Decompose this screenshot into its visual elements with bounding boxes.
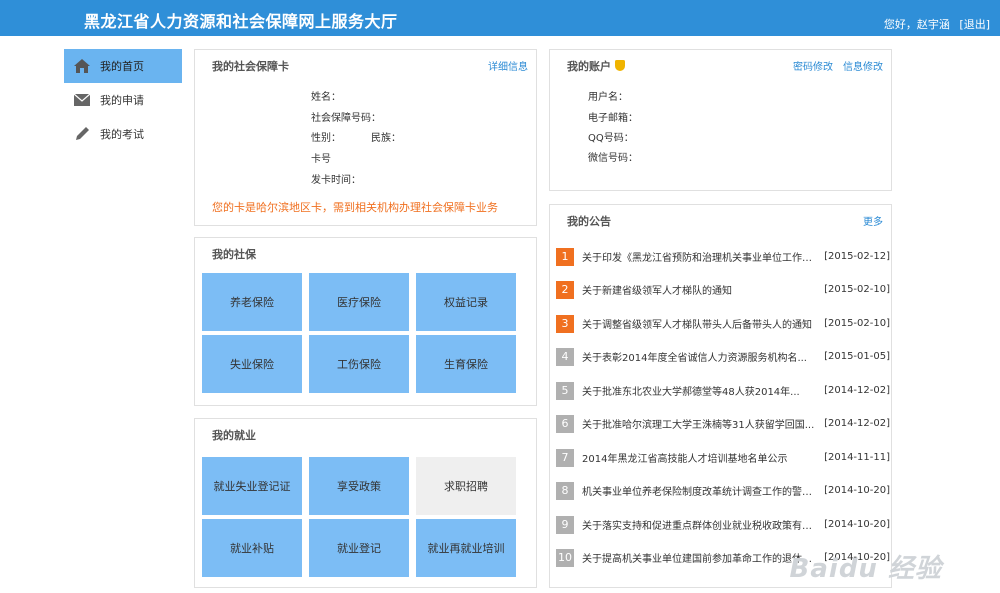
- issue-time-label: 发卡时间：: [311, 175, 361, 186]
- notice-item: 5 关于批准东北农业大学郝德堂等48人获2014年... [2014-12-02…: [556, 374, 890, 407]
- greeting-text: 您好，赵宇涵: [883, 18, 950, 31]
- notice-item: 4 关于表彰2014年度全省诚信人力资源服务机构名... [2015-01-05…: [556, 340, 890, 373]
- wechat-label: 微信号码：: [588, 153, 638, 164]
- medical-insurance-tile[interactable]: 医疗保险: [309, 273, 409, 331]
- employment-registration-tile[interactable]: 就业登记: [309, 519, 409, 577]
- panel-title: 我的社会保障卡: [212, 60, 289, 73]
- sidebar-item-home[interactable]: 我的首页: [64, 49, 182, 83]
- card-no-label: 卡号: [311, 154, 331, 165]
- card-region-note: 您的卡是哈尔滨地区卡，需到相关机构办理社会保障卡业务: [212, 201, 498, 214]
- site-title: 黑龙江省人力资源和社会保障网上服务大厅: [84, 12, 398, 31]
- home-icon: [72, 56, 92, 76]
- rights-record-tile[interactable]: 权益记录: [416, 273, 516, 331]
- panel-title: 我的就业: [212, 429, 256, 442]
- more-notices-link[interactable]: 更多: [863, 213, 883, 228]
- notice-date: [2014-10-20]: [824, 485, 890, 496]
- sidebar-item-label: 我的申请: [100, 94, 144, 107]
- notice-item: 6 关于批准哈尔滨理工大学王洙楠等31人获留学回国... [2014-12-02…: [556, 407, 890, 440]
- notice-title-link[interactable]: 关于批准东北农业大学郝德堂等48人获2014年...: [582, 383, 818, 398]
- user-area: 您好，赵宇涵 [退出]: [884, 16, 990, 32]
- notice-title-link[interactable]: 关于调整省级领军人才梯队带头人后备带头人的通知: [582, 316, 818, 331]
- notice-date: [2014-12-02]: [824, 385, 890, 396]
- employment-registration-card-tile[interactable]: 就业失业登记证: [202, 457, 302, 515]
- employment-panel: 我的就业 就业失业登记证 享受政策 求职招聘 就业补贴 就业登记 就业再就业培训: [194, 418, 537, 588]
- injury-insurance-tile[interactable]: 工伤保险: [309, 335, 409, 393]
- notice-number: 2: [556, 280, 574, 299]
- insurance-panel: 我的社保 养老保险 医疗保险 权益记录 失业保险 工伤保险 生育保险: [194, 237, 537, 406]
- notice-number: 3: [556, 314, 574, 333]
- panel-title: 我的公告: [567, 215, 611, 228]
- detail-info-link[interactable]: 详细信息: [488, 58, 528, 73]
- ethnicity-label: 民族：: [371, 133, 401, 144]
- notice-item: 3 关于调整省级领军人才梯队带头人后备带头人的通知 [2015-02-10]: [556, 307, 890, 340]
- notice-number: 1: [556, 247, 574, 266]
- notice-number: 10: [556, 548, 574, 567]
- notice-item: 8 机关事业单位养老保险制度改革统计调查工作的警办... [2014-10-20…: [556, 474, 890, 507]
- panel-title: 我的账户: [567, 58, 625, 74]
- email-label: 电子邮箱：: [588, 113, 638, 124]
- ss-number-label: 社会保障号码：: [311, 113, 381, 124]
- info-change-link[interactable]: 信息修改: [843, 58, 883, 73]
- notice-date: [2015-01-05]: [824, 351, 890, 362]
- sidebar-item-label: 我的考试: [100, 128, 144, 141]
- baidu-watermark: Baidu 经验: [789, 554, 942, 584]
- notice-title-link[interactable]: 关于落实支持和促进重点群体创业就业税收政策有关...: [582, 517, 818, 532]
- gender-label: 性别：: [311, 133, 341, 144]
- notice-date: [2014-12-02]: [824, 418, 890, 429]
- notice-date: [2015-02-10]: [824, 284, 890, 295]
- notice-number: 7: [556, 448, 574, 467]
- notice-number: 9: [556, 515, 574, 534]
- name-label: 姓名：: [311, 92, 341, 103]
- notice-number: 4: [556, 347, 574, 366]
- sidebar-item-exams[interactable]: 我的考试: [64, 117, 182, 151]
- account-panel: 我的账户 密码修改 信息修改 用户名： 电子邮箱： QQ号码： 微信号码：: [549, 49, 892, 191]
- notice-title-link[interactable]: 关于批准哈尔滨理工大学王洙楠等31人获留学回国...: [582, 416, 818, 431]
- employment-subsidy-tile[interactable]: 就业补贴: [202, 519, 302, 577]
- header-bar: 黑龙江省人力资源和社会保障网上服务大厅 您好，赵宇涵 [退出]: [0, 0, 1000, 36]
- job-search-tile[interactable]: 求职招聘: [416, 457, 516, 515]
- sidebar: 我的首页 我的申请 我的考试: [64, 49, 182, 151]
- notice-title-link[interactable]: 2014年黑龙江省高技能人才培训基地名单公示: [582, 450, 818, 465]
- verified-shield-icon: [615, 60, 625, 71]
- unemployment-insurance-tile[interactable]: 失业保险: [202, 335, 302, 393]
- notice-title-link[interactable]: 机关事业单位养老保险制度改革统计调查工作的警办...: [582, 483, 818, 498]
- logout-link[interactable]: [退出]: [959, 18, 990, 31]
- panel-title: 我的社保: [212, 248, 256, 261]
- notice-number: 8: [556, 481, 574, 500]
- reemployment-training-tile[interactable]: 就业再就业培训: [416, 519, 516, 577]
- sidebar-item-applications[interactable]: 我的申请: [64, 83, 182, 117]
- notice-number: 5: [556, 381, 574, 400]
- notice-date: [2014-10-20]: [824, 519, 890, 530]
- maternity-insurance-tile[interactable]: 生育保险: [416, 335, 516, 393]
- qq-label: QQ号码：: [588, 133, 634, 144]
- notice-number: 6: [556, 414, 574, 433]
- notice-item: 2 关于新建省级领军人才梯队的通知 [2015-02-10]: [556, 273, 890, 306]
- notice-title-link[interactable]: 关于提高机关事业单位建国前参加革命工作的退休干...: [582, 550, 818, 565]
- notice-date: [2014-11-11]: [824, 452, 890, 463]
- pension-insurance-tile[interactable]: 养老保险: [202, 273, 302, 331]
- policy-benefits-tile[interactable]: 享受政策: [309, 457, 409, 515]
- notice-title-link[interactable]: 关于表彰2014年度全省诚信人力资源服务机构名...: [582, 349, 818, 364]
- ss-card-panel: 我的社会保障卡 详细信息 姓名： 社会保障号码： 性别： 民族： 卡号 发卡时间…: [194, 49, 537, 226]
- notice-date: [2015-02-12]: [824, 251, 890, 262]
- sidebar-item-label: 我的首页: [100, 60, 144, 73]
- notice-item: 1 关于印发《黑龙江省预防和治理机关事业单位工作人... [2015-02-12…: [556, 240, 890, 273]
- notice-item: 9 关于落实支持和促进重点群体创业就业税收政策有关... [2014-10-20…: [556, 508, 890, 541]
- password-change-link[interactable]: 密码修改: [793, 58, 833, 73]
- notices-panel: 我的公告 更多 1 关于印发《黑龙江省预防和治理机关事业单位工作人... [20…: [549, 204, 892, 588]
- notice-title-link[interactable]: 关于印发《黑龙江省预防和治理机关事业单位工作人...: [582, 249, 818, 264]
- notice-title-link[interactable]: 关于新建省级领军人才梯队的通知: [582, 282, 818, 297]
- mail-icon: [72, 90, 92, 110]
- username-label: 用户名：: [588, 92, 628, 103]
- notice-date: [2015-02-10]: [824, 318, 890, 329]
- pencil-icon: [72, 124, 92, 144]
- notice-item: 7 2014年黑龙江省高技能人才培训基地名单公示 [2014-11-11]: [556, 441, 890, 474]
